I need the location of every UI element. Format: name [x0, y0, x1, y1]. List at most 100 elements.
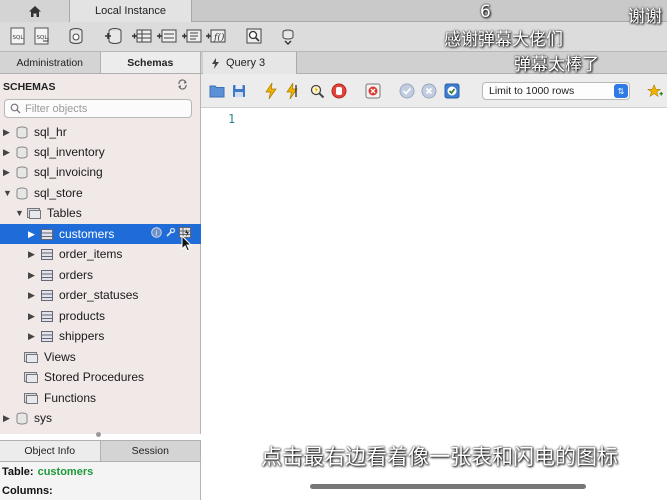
execute-button[interactable]	[263, 83, 279, 99]
schema-sql-invoicing[interactable]: ▶ sql_invoicing	[0, 162, 201, 182]
svg-text:f(): f()	[213, 32, 225, 43]
explain-button[interactable]	[309, 83, 325, 99]
refresh-schemas-button[interactable]	[177, 79, 188, 93]
local-instance-tab[interactable]: Local Instance	[70, 0, 192, 22]
panel-splitter-handle[interactable]	[96, 432, 101, 437]
open-file-button[interactable]	[209, 83, 225, 99]
collapse-arrow-icon[interactable]: ▼	[15, 208, 24, 218]
autocommit-toggle-button[interactable]	[444, 83, 460, 99]
create-procedure-button[interactable]	[182, 26, 202, 46]
tab-administration[interactable]: Administration	[0, 52, 101, 73]
view-add-icon	[157, 29, 177, 43]
stop-button[interactable]	[331, 83, 347, 99]
create-schema-button[interactable]	[104, 26, 124, 46]
table-shippers[interactable]: ▶ shippers	[0, 326, 201, 346]
check-circle-icon	[399, 83, 415, 99]
tab-query-3[interactable]: Query 3	[203, 52, 297, 74]
create-view-button[interactable]	[157, 26, 177, 46]
expand-arrow-icon[interactable]: ▶	[3, 147, 12, 158]
table-order-statuses[interactable]: ▶ order_statuses	[0, 285, 201, 305]
folder-functions[interactable]: Functions	[0, 388, 201, 408]
table-icon	[41, 310, 53, 322]
tree-label: customers	[59, 227, 115, 241]
create-function-button[interactable]: f()	[206, 26, 226, 46]
commit-button[interactable]	[399, 83, 415, 99]
info-cylinder-icon	[69, 28, 83, 44]
select-arrows-icon: ⇅	[614, 84, 628, 98]
functions-folder-icon	[24, 393, 38, 404]
database-icon	[16, 187, 28, 199]
database-icon	[16, 126, 28, 138]
tree-label: products	[59, 309, 106, 323]
expand-arrow-icon[interactable]: ▶	[28, 331, 37, 342]
schema-sql-hr[interactable]: ▶ sql_hr	[0, 122, 201, 142]
table-add-icon	[132, 29, 152, 43]
beautify-button[interactable]	[647, 83, 663, 99]
expand-arrow-icon[interactable]: ▶	[28, 270, 37, 281]
navigator-tabs: Administration Schemas	[0, 52, 201, 74]
filter-objects-input[interactable]	[25, 102, 185, 115]
tree-label: Functions	[44, 391, 97, 405]
table-label: Table:	[2, 466, 34, 478]
object-info-table-line: Table: customers	[2, 464, 198, 480]
tab-object-info[interactable]: Object Info	[0, 441, 101, 461]
filter-objects-field[interactable]	[4, 99, 192, 118]
expand-arrow-icon[interactable]: ▶	[28, 229, 37, 240]
expand-arrow-icon[interactable]: ▶	[28, 290, 37, 301]
folder-stored-procedures[interactable]: Stored Procedures	[0, 367, 201, 387]
folder-views[interactable]: Views	[0, 347, 201, 367]
table-icon	[41, 289, 53, 301]
tree-label: shippers	[59, 329, 105, 343]
table-orders[interactable]: ▶ orders	[0, 265, 201, 285]
line-number: 1	[228, 112, 236, 126]
tree-label: sql_hr	[34, 125, 67, 139]
create-table-button[interactable]	[132, 26, 152, 46]
schema-sql-inventory[interactable]: ▶ sql_inventory	[0, 142, 201, 162]
table-order-items[interactable]: ▶ order_items	[0, 244, 201, 264]
expand-arrow-icon[interactable]: ▶	[3, 413, 12, 424]
toggle-error-button[interactable]	[365, 83, 381, 99]
table-products[interactable]: ▶ products	[0, 306, 201, 326]
cancel-circle-icon	[421, 83, 437, 99]
wrench-icon[interactable]	[165, 227, 176, 238]
main-toolbar: SQL SQL f()	[0, 22, 667, 52]
limit-rows-select[interactable]: Limit to 1000 rows ⇅	[482, 82, 630, 100]
bolt-icon	[212, 57, 219, 69]
search-table-icon	[246, 28, 262, 44]
tab-schemas[interactable]: Schemas	[100, 52, 201, 73]
error-grid-icon	[365, 83, 381, 99]
execute-current-button[interactable]	[285, 83, 301, 99]
object-info-panel: Table: customers Columns:	[0, 462, 201, 500]
sql-file-icon: SQL	[10, 27, 25, 45]
top-tab-strip: Local Instance	[0, 0, 667, 22]
tab-administration-label: Administration	[16, 56, 84, 69]
folder-tables[interactable]: ▼ Tables	[0, 203, 201, 223]
schema-sql-store[interactable]: ▼ sql_store	[0, 183, 201, 203]
collapse-arrow-icon[interactable]: ▼	[3, 188, 12, 198]
schema-navigator: SCHEMAS ▶ sql_hr ▶ sql_inventory ▶ sql_i…	[0, 74, 201, 434]
save-icon	[233, 85, 245, 97]
rollback-button[interactable]	[421, 83, 437, 99]
info-icon[interactable]: i	[151, 227, 162, 238]
expand-arrow-icon[interactable]: ▶	[28, 249, 37, 260]
new-sql-tab-button[interactable]: SQL	[8, 26, 28, 46]
tab-session[interactable]: Session	[101, 441, 201, 461]
tab-schemas-label: Schemas	[127, 56, 174, 69]
procedure-add-icon	[182, 29, 202, 43]
reconnect-icon	[282, 29, 294, 45]
reconnect-button[interactable]	[278, 26, 298, 46]
home-tab[interactable]	[0, 0, 70, 22]
inspector-button[interactable]	[66, 26, 86, 46]
open-sql-file-button[interactable]: SQL	[32, 26, 52, 46]
home-icon	[28, 5, 41, 17]
danmaku-number: 6	[480, 2, 491, 22]
expand-arrow-icon[interactable]: ▶	[3, 167, 12, 178]
save-button[interactable]	[231, 83, 247, 99]
table-customers[interactable]: ▶ customers i	[0, 224, 201, 244]
search-table-data-button[interactable]	[244, 26, 264, 46]
expand-arrow-icon[interactable]: ▶	[3, 127, 12, 138]
tree-label: Views	[44, 350, 76, 364]
expand-arrow-icon[interactable]: ▶	[28, 311, 37, 322]
lightning-icon	[265, 83, 277, 99]
schema-sys[interactable]: ▶ sys	[0, 408, 201, 428]
